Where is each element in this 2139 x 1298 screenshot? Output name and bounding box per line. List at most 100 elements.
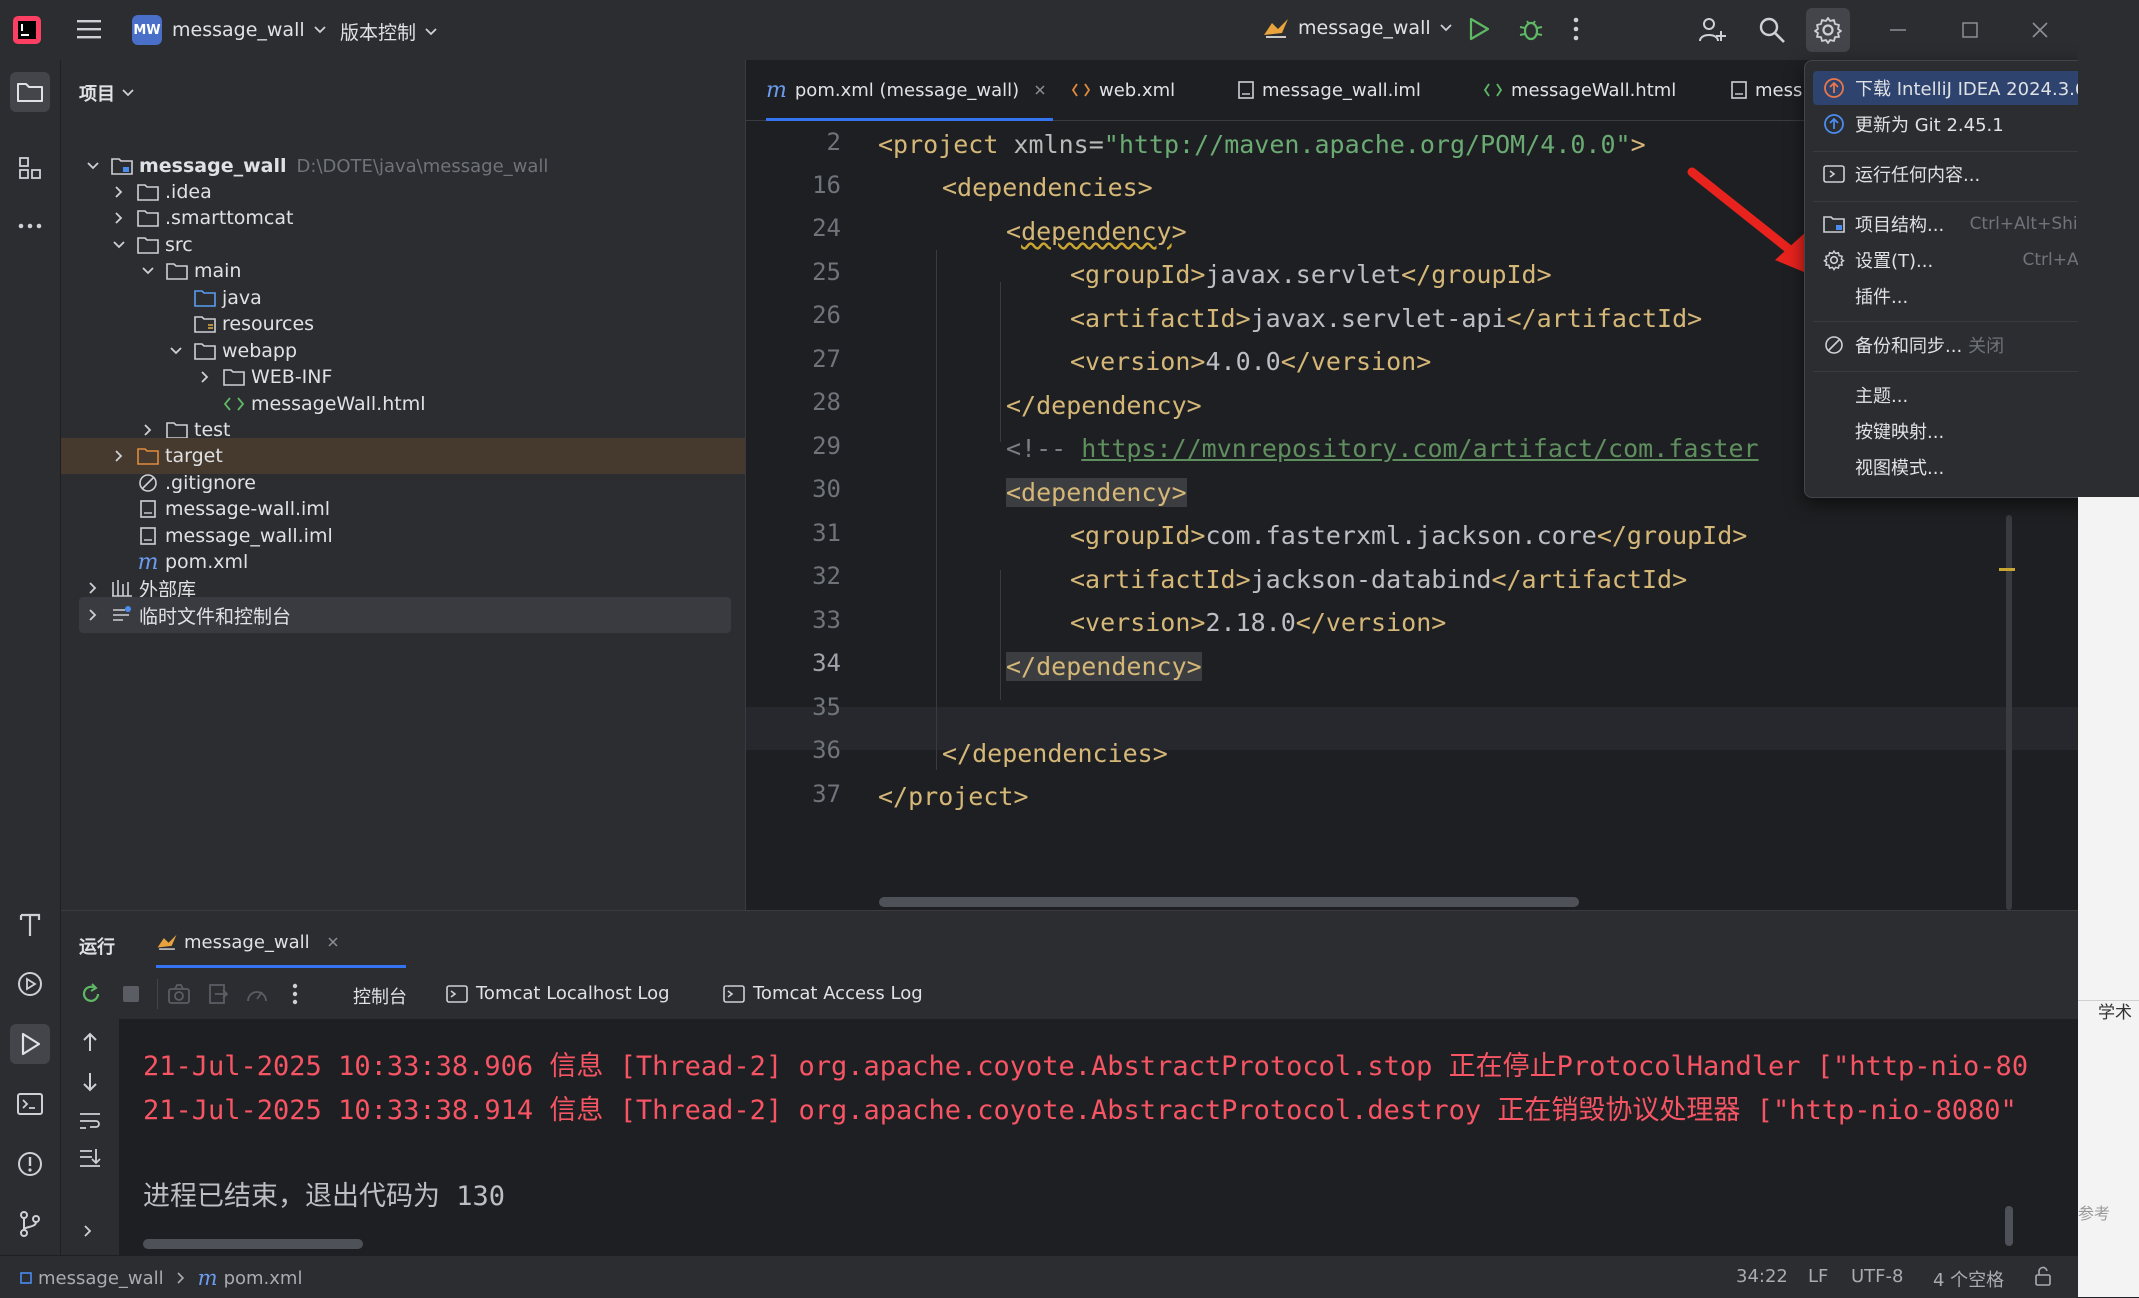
git-branch-icon[interactable] bbox=[10, 1204, 50, 1244]
build-hammer-icon[interactable] bbox=[10, 904, 50, 944]
project-badge: MW bbox=[132, 15, 162, 45]
chevron-down-icon bbox=[424, 27, 438, 37]
tab-messagewall-html[interactable]: messageWall.html bbox=[1483, 60, 1676, 120]
add-user-icon[interactable] bbox=[1697, 15, 1727, 45]
debug-icon[interactable] bbox=[1517, 15, 1545, 43]
structure-icon[interactable] bbox=[10, 148, 50, 188]
soft-wrap-icon[interactable] bbox=[78, 1111, 102, 1131]
chevron-right-icon bbox=[83, 605, 103, 625]
log-console-icon bbox=[446, 984, 468, 1003]
console-line: 21-Jul-2025 10:33:38.906 信息 [Thread-2] o… bbox=[143, 1051, 2029, 1082]
vcs-label: 版本控制 bbox=[340, 22, 417, 44]
line-number: 16 bbox=[812, 171, 841, 199]
scroll-to-end-icon[interactable] bbox=[78, 1147, 102, 1169]
lock-icon[interactable] bbox=[2033, 1266, 2053, 1286]
horizontal-scrollbar[interactable] bbox=[879, 897, 1579, 907]
code-line[interactable]: <groupId>com.fasterxml.jackson.core</gro… bbox=[1070, 514, 1747, 557]
run-anything-icon bbox=[1821, 165, 1847, 183]
code-line[interactable]: <!-- https://mvnrepository.com/artifact/… bbox=[1006, 427, 1759, 470]
more-options-icon[interactable] bbox=[291, 982, 299, 1006]
run-config-selector[interactable]: message_wall bbox=[1262, 17, 1453, 39]
console-vertical-scrollbar[interactable] bbox=[2005, 1206, 2013, 1246]
chevron-right-icon bbox=[109, 446, 129, 466]
indent-setting[interactable]: 4 个空格 bbox=[1933, 1266, 2004, 1292]
tab-pom-xml[interactable]: m pom.xml (message_wall) bbox=[766, 60, 1054, 121]
update-arrow-icon bbox=[1821, 113, 1847, 135]
vertical-scrollbar[interactable] bbox=[2006, 515, 2012, 910]
code-line[interactable]: <dependency> bbox=[1006, 471, 1187, 514]
line-separator[interactable]: LF bbox=[1808, 1266, 1828, 1287]
code-line[interactable]: <artifactId>javax.servlet-api</artifactI… bbox=[1070, 297, 1702, 340]
folder-icon bbox=[166, 420, 188, 440]
run-tool-icon[interactable] bbox=[10, 1024, 50, 1064]
tab-console[interactable]: 控制台 bbox=[353, 983, 407, 1009]
run-config-tab[interactable]: message_wall bbox=[156, 927, 340, 957]
maximize-icon[interactable] bbox=[1960, 20, 1980, 40]
rerun-icon[interactable] bbox=[79, 982, 103, 1006]
code-line[interactable]: </project> bbox=[878, 775, 1029, 818]
tab-web-xml[interactable]: web.xml bbox=[1071, 60, 1175, 120]
folder-icon bbox=[137, 235, 159, 255]
console-horizontal-scrollbar[interactable] bbox=[143, 1239, 363, 1249]
code-line[interactable]: <dependency> bbox=[1006, 210, 1187, 253]
close-icon[interactable] bbox=[2030, 20, 2050, 40]
menu-item-status: 关闭 bbox=[1968, 336, 2005, 357]
line-number: 31 bbox=[812, 519, 841, 547]
more-actions-icon[interactable] bbox=[1572, 16, 1580, 42]
code-line[interactable]: </dependencies> bbox=[942, 732, 1168, 775]
run-config-name: message_wall bbox=[1298, 17, 1431, 39]
minimize-icon[interactable] bbox=[1888, 20, 1908, 40]
code-line[interactable]: <version>4.0.0</version> bbox=[1070, 340, 1431, 383]
intellij-logo-icon[interactable] bbox=[12, 15, 42, 45]
search-icon[interactable] bbox=[1757, 15, 1787, 45]
run-toolbar: 控制台 Tomcat Localhost Log Tomcat Access L… bbox=[61, 969, 2078, 1019]
exit-icon[interactable] bbox=[207, 983, 229, 1005]
run-icon[interactable] bbox=[1467, 16, 1491, 42]
arrow-down-icon[interactable] bbox=[80, 1071, 100, 1093]
code-line[interactable]: <dependencies> bbox=[942, 166, 1153, 209]
terminal-icon[interactable] bbox=[10, 1084, 50, 1124]
project-switcher[interactable]: MW message_wall bbox=[132, 15, 327, 45]
caret-position[interactable]: 34:22 bbox=[1736, 1266, 1788, 1287]
warning-marker[interactable] bbox=[1999, 568, 2015, 571]
arrow-up-icon[interactable] bbox=[80, 1031, 100, 1053]
tab-tomcat-access-log[interactable]: Tomcat Access Log bbox=[723, 983, 923, 1004]
chevron-down-icon bbox=[121, 88, 135, 98]
stop-icon[interactable] bbox=[121, 984, 141, 1004]
tab-message-wall-iml[interactable]: message_wall.iml bbox=[1238, 60, 1421, 120]
tab-tomcat-localhost-log[interactable]: Tomcat Localhost Log bbox=[446, 983, 670, 1004]
code-line[interactable]: <project xmlns="http://maven.apache.org/… bbox=[878, 123, 1646, 166]
breadcrumb-file[interactable]: pom.xml bbox=[224, 1268, 303, 1289]
background-window: 学术 参考 bbox=[2078, 0, 2139, 1297]
background-window-dark-strip bbox=[2078, 0, 2139, 497]
code-line[interactable]: <version>2.18.0</version> bbox=[1070, 601, 1446, 644]
tab-overflow[interactable]: mess bbox=[1731, 60, 1802, 120]
line-number: 2 bbox=[826, 128, 841, 156]
project-folder-icon[interactable] bbox=[10, 72, 50, 112]
code-line[interactable]: <groupId>javax.servlet</groupId> bbox=[1070, 253, 1552, 296]
camera-icon[interactable] bbox=[167, 983, 191, 1005]
module-folder-icon bbox=[111, 156, 133, 176]
file-encoding[interactable]: UTF-8 bbox=[1851, 1266, 1903, 1287]
main-menu-icon[interactable] bbox=[76, 17, 102, 41]
gauge-icon[interactable] bbox=[245, 983, 269, 1005]
problems-icon[interactable] bbox=[10, 1144, 50, 1184]
library-icon bbox=[111, 578, 133, 598]
breadcrumb-project[interactable]: message_wall bbox=[38, 1268, 164, 1289]
tree-item-scratches[interactable]: 临时文件和控制台 bbox=[79, 597, 731, 633]
close-tab-icon[interactable] bbox=[1033, 83, 1047, 97]
project-panel-header[interactable]: 项目 bbox=[79, 80, 135, 106]
module-icon bbox=[20, 1272, 32, 1284]
settings-gear-icon[interactable] bbox=[1806, 8, 1850, 52]
code-line[interactable]: <artifactId>jackson-databind</artifactId… bbox=[1070, 558, 1687, 601]
excluded-folder-icon bbox=[137, 446, 159, 466]
vcs-menu[interactable]: 版本控制 bbox=[340, 18, 438, 45]
chevron-right-icon[interactable] bbox=[83, 1224, 93, 1238]
menu-item-label: 设置(T)... bbox=[1855, 251, 1934, 272]
chevron-down-icon bbox=[313, 25, 327, 35]
close-tab-icon[interactable] bbox=[326, 935, 340, 949]
services-icon[interactable] bbox=[10, 964, 50, 1004]
code-line[interactable]: </dependency> bbox=[1006, 645, 1202, 688]
more-tools-icon[interactable] bbox=[10, 206, 50, 246]
code-line[interactable]: </dependency> bbox=[1006, 384, 1202, 427]
